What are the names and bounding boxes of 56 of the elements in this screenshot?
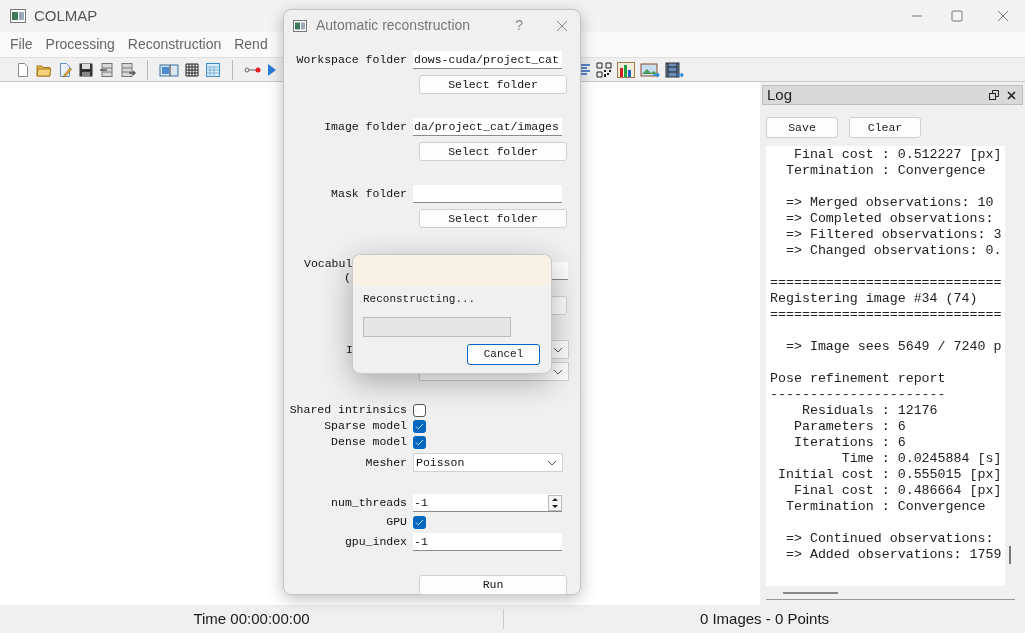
log-line: Parameters : 6 — [792, 419, 906, 435]
log-line: ---------------------- — [770, 387, 946, 403]
log-line: => Changed observations: 0. — [784, 243, 1002, 259]
field-label: I — [346, 342, 353, 357]
status-counts: 0 Images - 0 Points — [699, 608, 830, 629]
status-time: Time 00:00:00:00 — [193, 608, 310, 629]
log-line: Time : 0.0245884 [s] — [840, 451, 1002, 467]
input-field[interactable]: -1 — [413, 533, 562, 551]
panel-title: Log — [767, 84, 794, 105]
window-title: COLMAP — [34, 5, 98, 26]
log-line: => Added observations: 1759 — [784, 547, 1002, 563]
log-line: Residuals : 12176 — [800, 403, 938, 419]
field-label: Dense model — [331, 435, 407, 449]
input-field[interactable]: dows-cuda/project_cat — [413, 51, 562, 69]
log-line: Termination : Convergence — [784, 499, 986, 515]
menu-item[interactable]: Processing — [45, 34, 115, 55]
log-line: Iterations : 6 — [792, 435, 906, 451]
log-button[interactable]: Clear — [849, 117, 921, 138]
dropdown[interactable]: Poisson — [413, 453, 563, 472]
field-label: ( — [344, 271, 351, 285]
menu-item[interactable]: Rend — [234, 34, 268, 55]
run-button[interactable]: Run — [419, 575, 567, 595]
log-line: Registering image #34 (74) — [770, 291, 978, 307]
log-line: ============================= — [770, 275, 1002, 291]
log-line: Final cost : 0.486664 [px] — [792, 483, 1002, 499]
field-label: Image folder — [324, 120, 407, 134]
log-line: => Completed observations: — [784, 211, 994, 227]
field-label: Vocabul — [304, 257, 353, 271]
field-label: Sparse model — [324, 419, 407, 433]
field-label: gpu_index — [344, 535, 407, 549]
select-folder-button[interactable]: Select folder — [419, 142, 567, 161]
log-line: => Merged observations: 10 — [784, 195, 994, 211]
field-label: Workspace folder — [296, 53, 407, 67]
field-label: Mask folder — [331, 187, 407, 201]
log-line: Final cost : 0.512227 [px] — [792, 147, 1002, 163]
field-label: Mesher — [365, 455, 407, 470]
select-folder-button[interactable]: Select folder — [419, 209, 567, 228]
log-line: Termination : Convergence — [784, 163, 986, 179]
menu-item[interactable]: Reconstruction — [127, 34, 222, 55]
log-line: => Filtered observations: 3 — [784, 227, 1002, 243]
field-label: num_threads — [331, 496, 407, 510]
log-line: => Image sees 5649 / 7240 p — [784, 339, 1002, 355]
cancel-button[interactable]: Cancel — [467, 343, 540, 365]
log-line: Pose refinement report — [770, 371, 946, 387]
spin-box[interactable]: -1 — [413, 494, 562, 512]
progress-message: Reconstructing... — [363, 292, 476, 307]
field-label: GPU — [386, 515, 407, 529]
log-line: Initial cost : 0.555015 [px] — [776, 467, 1002, 483]
select-folder-button[interactable]: Select folder — [419, 75, 567, 94]
field-label: Shared intrinsics — [289, 403, 407, 417]
log-button[interactable]: Save — [766, 117, 838, 138]
log-line: => Continued observations: — [784, 531, 994, 547]
dialog-title: Automatic reconstruction — [316, 16, 472, 35]
input-field[interactable]: da/project_cat/images — [413, 118, 562, 136]
log-line: ============================= — [770, 307, 1002, 323]
menu-item[interactable]: File — [10, 34, 33, 55]
